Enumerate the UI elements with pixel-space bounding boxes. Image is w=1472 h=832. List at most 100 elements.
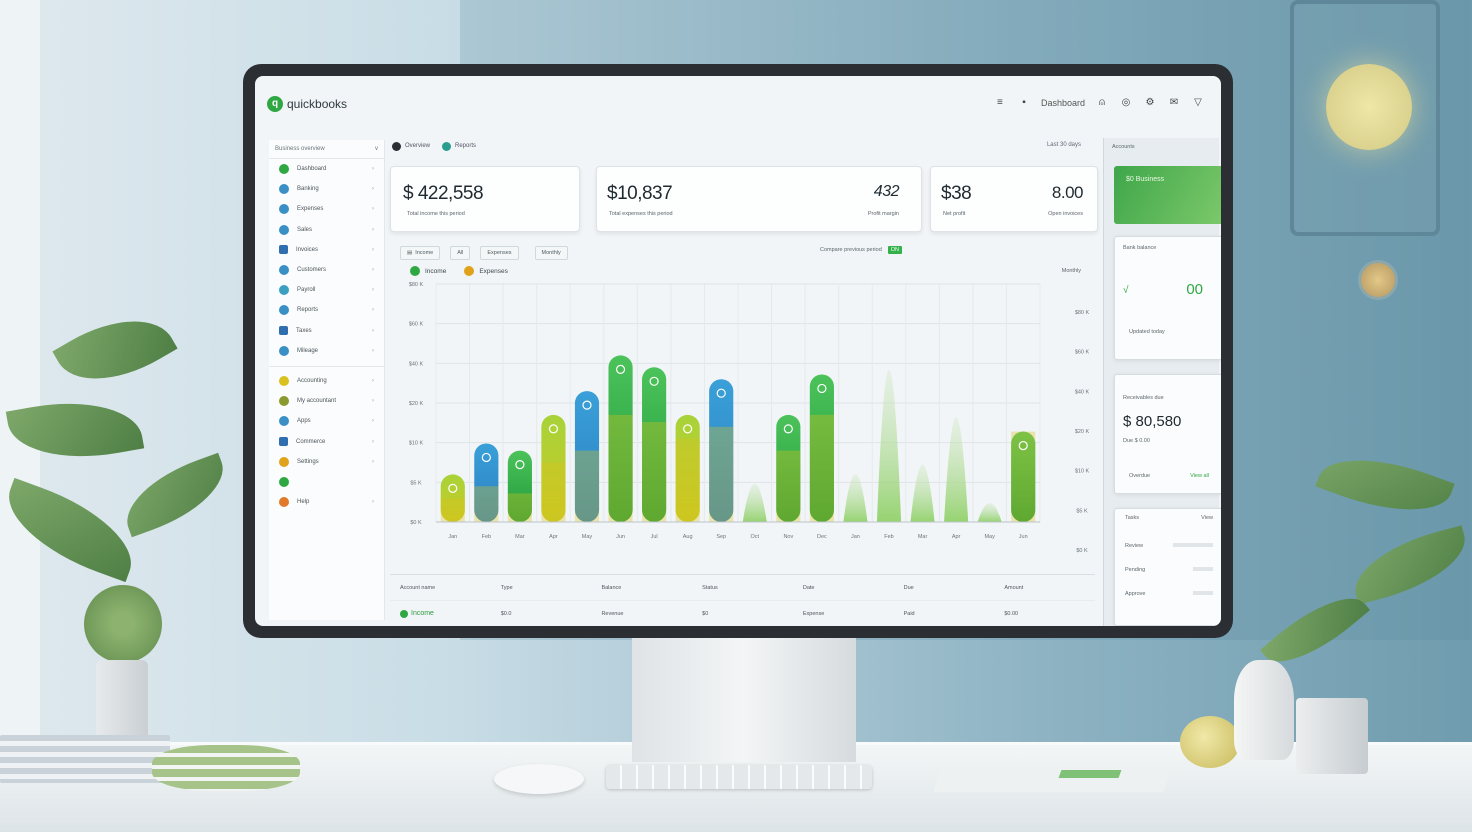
tab-reports[interactable]: Reports <box>442 141 476 151</box>
status-icon <box>400 609 408 618</box>
filter-icon[interactable]: ▽ <box>1191 96 1205 110</box>
coaster-stack <box>152 745 300 791</box>
sidebar-item[interactable]: Settings › <box>269 452 384 472</box>
x-tick-label: Apr <box>549 534 558 540</box>
sidebar-item[interactable]: My accountant › <box>269 391 384 411</box>
table-header-cell[interactable]: Status <box>692 585 793 591</box>
chevron-right-icon: › <box>372 307 374 314</box>
top-link[interactable]: Dashboard <box>1041 98 1085 108</box>
kpi-value: $10,837 <box>607 183 673 204</box>
sidebar-item-icon <box>279 345 289 356</box>
card-caption: Updated today <box>1129 329 1165 335</box>
chart-period-label[interactable]: Monthly <box>1062 268 1081 274</box>
x-tick-label: Aug <box>683 534 693 540</box>
sidebar-item[interactable]: Accounting › <box>269 371 384 391</box>
tab-overview[interactable]: Overview <box>392 141 430 151</box>
chevron-right-icon: › <box>372 166 374 173</box>
filter-chip-all[interactable]: All <box>450 246 471 260</box>
compare-toggle[interactable]: Compare previous period ON <box>820 246 903 254</box>
table-cell: $0.0 <box>500 610 512 617</box>
filter-icon: ▤ <box>407 250 413 256</box>
chart-bar-expense <box>440 498 465 522</box>
card-foot-right[interactable]: View all <box>1190 473 1209 479</box>
legend-income[interactable]: Income <box>410 266 446 276</box>
table-header-cell[interactable]: Balance <box>591 585 692 591</box>
table-header-cell[interactable]: Date <box>793 585 894 591</box>
sidebar-item-label: Accounting <box>297 377 327 384</box>
chevron-right-icon: › <box>372 267 374 274</box>
menu-icon[interactable]: ≡ <box>993 96 1007 110</box>
business-card[interactable]: $0 Business <box>1114 166 1221 224</box>
user-icon[interactable]: ⍝ <box>1095 96 1109 110</box>
plant-leaf <box>114 452 236 538</box>
filter-chip-monthly[interactable]: Monthly <box>534 246 568 260</box>
brand[interactable]: q quickbooks <box>267 96 347 112</box>
tasks-header: Tasks View <box>1125 515 1213 521</box>
tasks-card[interactable]: Tasks View Review Pending Approve <box>1114 508 1221 626</box>
chevron-right-icon: › <box>372 327 374 334</box>
search-icon[interactable]: ◎ <box>1119 96 1133 110</box>
filter-chip-income[interactable]: ▤ Income <box>400 246 441 260</box>
y-tick-label: $40 K <box>409 361 424 367</box>
sidebar-item-label: Apps <box>297 418 311 425</box>
sidebar-item[interactable]: Help › <box>269 492 384 512</box>
gear-icon[interactable]: ⚙ <box>1143 96 1157 110</box>
sidebar-header[interactable]: Business overview v <box>269 140 384 159</box>
x-tick-label: May <box>582 534 593 540</box>
x-tick-label: Jun <box>616 534 625 540</box>
legend-swatch <box>410 266 420 276</box>
task-row[interactable]: Pending <box>1125 567 1213 573</box>
bank-balance-card[interactable]: Bank balance 00 √ Updated today <box>1114 236 1221 360</box>
table-header-cell[interactable]: Type <box>491 585 592 591</box>
task-row[interactable]: Review <box>1125 543 1213 549</box>
sidebar-item[interactable]: Expenses › <box>269 199 384 219</box>
x-tick-label: Feb <box>482 534 491 540</box>
notification-icon[interactable]: ✉ <box>1167 96 1181 110</box>
task-row[interactable]: Approve <box>1125 591 1213 597</box>
sidebar-item[interactable]: Customers › <box>269 260 384 280</box>
sidebar-item[interactable]: Payroll › <box>269 280 384 300</box>
receivables-card[interactable]: Receivables due $ 80,580 Due $ 0.00 Over… <box>1114 374 1221 494</box>
card-foot-left[interactable]: Overdue <box>1129 473 1150 479</box>
date-range[interactable]: Last 30 days <box>1047 142 1081 148</box>
chart-spike <box>977 502 1002 522</box>
sidebar-item[interactable]: Taxes › <box>269 321 384 341</box>
legend-expenses[interactable]: Expenses <box>464 266 508 276</box>
table-row[interactable]: Income $0.0 Revenue $0 Expense Paid $0.0… <box>390 601 1095 626</box>
sidebar-item[interactable]: Dashboard › <box>269 159 384 179</box>
sidebar: Business overview v Dashboard › Banking › Ex… <box>269 140 385 620</box>
sidebar-item[interactable]: Banking › <box>269 179 384 199</box>
sidebar-item[interactable]: Apps › <box>269 411 384 431</box>
sidebar-item[interactable]: Sales › <box>269 220 384 240</box>
grid-icon[interactable]: ▪ <box>1017 96 1031 110</box>
sidebar-item-icon <box>279 224 289 235</box>
y-tick-label-right: $20 K <box>1075 429 1090 435</box>
sidebar-item-label: Payroll <box>297 287 316 294</box>
x-tick-label: Dec <box>817 534 827 540</box>
sidebar-item[interactable]: Invoices › <box>269 240 384 260</box>
chart-bar-expense <box>675 438 700 522</box>
table-header-cell[interactable]: Due <box>894 585 995 591</box>
wall-light-small <box>1358 260 1398 300</box>
sidebar-item[interactable]: Reports › <box>269 300 384 320</box>
toggle-badge: ON <box>887 246 903 254</box>
y-tick-label-right: $0 K <box>1076 548 1088 554</box>
kpi-card-income[interactable]: $ 422,558 Total income this period <box>390 166 580 232</box>
kpi-card-expenses[interactable]: $10,837 432 Total expenses this period P… <box>596 166 922 232</box>
x-tick-label: Jul <box>651 534 658 540</box>
task-bar <box>1193 591 1213 595</box>
kpi-card-profit[interactable]: $38 8.00 Net profit Open invoices <box>930 166 1098 232</box>
filter-chip-expenses[interactable]: Expenses <box>480 246 519 260</box>
sidebar-item[interactable]: Commerce › <box>269 431 384 451</box>
sidebar-items: Dashboard › Banking › Expenses › Sales › Invoice… <box>269 159 384 512</box>
table-header-cell[interactable]: Account name <box>390 585 491 591</box>
kpi-caption: Total income this period <box>407 211 465 217</box>
sidebar-item-label: Mileage <box>297 347 319 354</box>
sidebar-item[interactable] <box>269 472 384 492</box>
view-tabs: Overview Reports <box>390 136 1095 156</box>
x-tick-label: Jan <box>448 534 457 540</box>
sidebar-item-icon <box>279 476 289 487</box>
books <box>0 735 170 783</box>
table-header-cell[interactable]: Amount <box>994 585 1095 591</box>
sidebar-item[interactable]: Mileage › <box>269 341 384 361</box>
